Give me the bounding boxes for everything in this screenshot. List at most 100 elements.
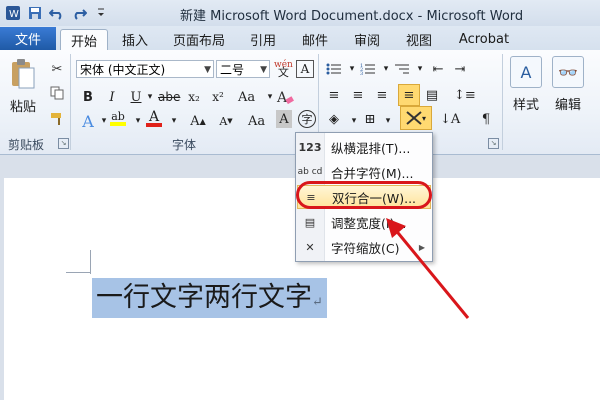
highlight-swatch (110, 122, 126, 126)
shrink-font-icon[interactable]: A ▼ (218, 112, 234, 130)
font-size-combo[interactable]: 二号 ▼ (216, 60, 270, 78)
shading-dropdown-icon[interactable]: ▾ (346, 112, 362, 130)
customize-toolbar-icon[interactable] (92, 4, 110, 22)
menu-item-label: 合并字符(M)... (331, 165, 414, 181)
shading-icon[interactable]: ◈ (326, 110, 342, 128)
redo-icon[interactable] (70, 4, 88, 22)
change-case-icon[interactable]: Aa (238, 88, 255, 106)
decrease-indent-icon[interactable]: ⇤ (430, 60, 446, 78)
tab-insert[interactable]: 插入 (112, 29, 158, 49)
borders-icon[interactable]: ⊞ (362, 110, 378, 128)
tab-acrobat[interactable]: Acrobat (452, 29, 516, 49)
font-name-combo[interactable]: 宋体 (中文正文) ▼ (76, 60, 214, 78)
menu-item-label: 纵横混排(T)... (331, 140, 411, 156)
multilevel-list-icon[interactable] (394, 60, 410, 78)
tate-chu-yoko-icon: 123 (298, 140, 322, 154)
tab-review[interactable]: 审阅 (344, 29, 390, 49)
paste-button[interactable]: 粘贴 (10, 96, 36, 115)
quick-access-toolbar: W (4, 4, 110, 22)
menu-item-vertical-in-horizontal[interactable]: 123 纵横混排(T)... (297, 135, 431, 159)
clear-formatting-icon[interactable]: A (276, 88, 294, 106)
char-shading-button[interactable]: A (276, 110, 292, 128)
tab-file[interactable]: 文件 (0, 27, 56, 50)
numbering-dropdown-icon[interactable]: ▾ (378, 60, 394, 78)
italic-button[interactable]: I (104, 88, 120, 106)
undo-icon[interactable] (48, 4, 66, 22)
clipboard-launcher-icon[interactable]: ↘ (58, 138, 69, 149)
increase-indent-icon[interactable]: ⇥ (452, 60, 468, 78)
annotation-oval (296, 181, 432, 209)
aa-icon[interactable]: Aa (248, 112, 265, 130)
enclose-char-button[interactable]: 字 (298, 110, 316, 128)
multilevel-dropdown-icon[interactable]: ▾ (412, 60, 428, 78)
line-spacing-icon[interactable]: ↕≡ (454, 86, 476, 104)
grow-font-icon[interactable]: A ▲ (190, 112, 206, 130)
char-border-icon[interactable]: A (296, 60, 314, 78)
styles-label: 样式 (512, 98, 539, 113)
svg-text:A: A (276, 90, 288, 105)
document-text: 一行文字两行文字 (96, 282, 312, 313)
tab-mailings[interactable]: 邮件 (292, 29, 338, 49)
annotation-arrow-icon (386, 218, 470, 319)
group-divider (502, 54, 503, 150)
binoculars-icon: 👓 (552, 56, 584, 88)
font-color-dropdown-icon[interactable]: ▾ (166, 112, 182, 130)
highlight-label: ab (111, 110, 125, 123)
editing-button[interactable]: 👓 编辑 (548, 56, 588, 113)
bullets-dropdown-icon[interactable]: ▾ (344, 60, 360, 78)
selected-text[interactable]: 一行文字两行文字↵ (92, 278, 327, 318)
sort-icon[interactable]: ↓A (440, 110, 460, 128)
underline-dropdown-icon[interactable]: ▾ (142, 88, 158, 106)
align-right-icon[interactable]: ≡ (374, 86, 390, 104)
numbering-icon[interactable]: 123 (360, 60, 376, 78)
highlight-dropdown-icon[interactable]: ▾ (130, 112, 146, 130)
align-left-icon[interactable]: ≡ (326, 86, 342, 104)
tab-home[interactable]: 开始 (60, 29, 108, 50)
font-color-swatch (146, 123, 162, 127)
font-color-button[interactable]: A (146, 110, 162, 128)
editing-label: 编辑 (554, 98, 581, 113)
chevron-down-icon[interactable]: ▼ (260, 61, 267, 79)
svg-text:3: 3 (360, 71, 363, 76)
group-divider (70, 54, 71, 150)
show-marks-icon[interactable]: ¶ (478, 110, 494, 128)
highlight-button[interactable]: ab (110, 110, 126, 128)
styles-icon: A (510, 56, 542, 88)
word-logo-icon[interactable]: W (4, 4, 22, 22)
chevron-down-icon[interactable]: ▼ (204, 61, 211, 79)
format-painter-icon[interactable] (48, 110, 66, 128)
distributed-icon[interactable]: ▤ (424, 86, 440, 104)
superscript-button[interactable]: x² (210, 88, 226, 106)
text-effects-button[interactable]: A (80, 112, 96, 131)
copy-icon[interactable] (48, 84, 66, 102)
paste-icon[interactable] (10, 58, 36, 90)
asian-layout-button[interactable]: ▾ (400, 106, 432, 130)
tab-view[interactable]: 视图 (396, 29, 442, 49)
justify-icon[interactable]: ≡ (398, 84, 420, 106)
bold-button[interactable]: B (80, 88, 96, 106)
styles-button[interactable]: A 样式 (506, 56, 546, 113)
crop-mark (66, 272, 90, 273)
borders-dropdown-icon[interactable]: ▾ (380, 112, 396, 130)
subscript-button[interactable]: x₂ (186, 88, 202, 106)
tab-references[interactable]: 引用 (240, 29, 286, 49)
strikethrough-button[interactable]: abe (158, 88, 180, 106)
grow-font-label: A (190, 113, 200, 129)
font-color-label: A (148, 109, 160, 125)
save-icon[interactable] (26, 4, 44, 22)
font-size-value: 二号 (220, 62, 245, 77)
tab-page-layout[interactable]: 页面布局 (164, 29, 234, 49)
window-title: 新建 Microsoft Word Document.docx - Micros… (180, 9, 524, 24)
title-bar: W 新建 Microsoft Word Document.docx - Micr… (0, 0, 600, 27)
svg-text:W: W (9, 9, 19, 20)
align-center-icon[interactable]: ≡ (350, 86, 366, 104)
character-scaling-icon: ✕ (305, 240, 315, 254)
fit-text-icon: ▤ (304, 215, 316, 229)
phonetic-char: 文 (277, 66, 289, 79)
shrink-font-label: A (219, 114, 228, 128)
phonetic-guide-icon[interactable]: wén 文 (274, 60, 293, 79)
paragraph-launcher-icon[interactable]: ↘ (488, 138, 499, 149)
combine-chars-icon: ab cd (297, 167, 323, 177)
bullets-icon[interactable] (326, 60, 342, 78)
cut-icon[interactable]: ✂ (48, 60, 66, 78)
